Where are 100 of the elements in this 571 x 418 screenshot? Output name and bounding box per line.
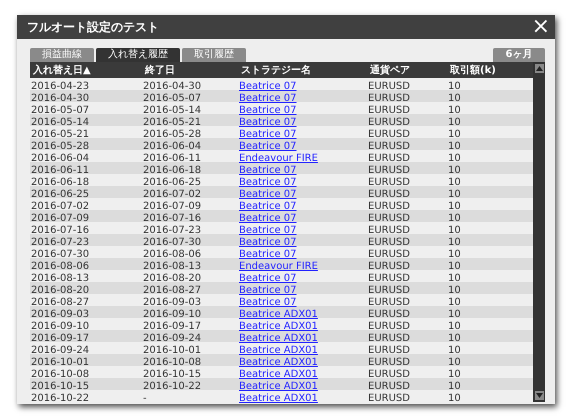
table-cell: 10	[448, 297, 461, 308]
tab[interactable]: 入れ替え履歴	[96, 48, 180, 62]
strategy-link[interactable]: Beatrice 07	[239, 105, 297, 116]
table-cell: 10	[448, 333, 461, 344]
table-cell: 10	[448, 105, 461, 116]
strategy-link[interactable]: Beatrice 07	[239, 237, 297, 248]
scroll-up-arrow-icon[interactable]	[534, 64, 544, 73]
table-cell: 2016-06-04	[143, 141, 202, 152]
strategy-link[interactable]: Beatrice 07	[239, 273, 297, 284]
table-cell: 2016-07-16	[31, 225, 90, 236]
strategy-link[interactable]: Beatrice 07	[239, 117, 297, 128]
table-cell: 10	[448, 177, 461, 188]
strategy-link[interactable]: Endeavour FIRE	[239, 153, 318, 164]
strategy-link[interactable]: Beatrice 07	[239, 285, 297, 296]
table-cell: 10	[448, 381, 461, 392]
table-cell: 2016-05-28	[143, 129, 202, 140]
table-cell: 2016-09-24	[143, 333, 202, 344]
table-cell: 10	[448, 309, 461, 320]
table-cell: 2016-06-18	[31, 177, 90, 188]
table-cell: 2016-07-30	[143, 237, 202, 248]
strategy-link[interactable]: Beatrice ADX01	[239, 345, 318, 356]
table-cell: EURUSD	[368, 393, 410, 404]
table-cell: 10	[448, 285, 461, 296]
table-cell: 2016-07-30	[31, 249, 90, 260]
table-cell: 2016-10-22	[143, 381, 202, 392]
table-cell: 10	[448, 93, 461, 104]
table-cell: EURUSD	[368, 93, 410, 104]
strategy-link[interactable]: Beatrice ADX01	[239, 333, 318, 344]
close-button[interactable]: ×	[528, 16, 553, 38]
table-cell: 2016-08-13	[143, 261, 202, 272]
scrollbar[interactable]	[533, 62, 545, 402]
table-cell: EURUSD	[368, 333, 410, 344]
table-cell: EURUSD	[368, 201, 410, 212]
table-cell: 2016-09-10	[143, 309, 202, 320]
table-cell: 10	[448, 117, 461, 128]
table-cell: 10	[448, 225, 461, 236]
table-cell: 2016-09-03	[143, 297, 202, 308]
strategy-link[interactable]: Beatrice 07	[239, 93, 297, 104]
tab[interactable]: 取引履歴	[182, 48, 246, 62]
table-cell: 2016-08-06	[31, 261, 90, 272]
table-cell: 2016-08-27	[31, 297, 90, 308]
table-cell: 2016-09-10	[31, 321, 90, 332]
strategy-link[interactable]: Beatrice 07	[239, 297, 297, 308]
column-header[interactable]: 取引額(k)	[447, 62, 533, 78]
window-title: フルオート設定のテスト	[27, 19, 159, 36]
strategy-link[interactable]: Beatrice ADX01	[239, 369, 318, 380]
strategy-link[interactable]: Beatrice 07	[239, 225, 297, 236]
table-cell: 10	[448, 345, 461, 356]
strategy-link[interactable]: Beatrice 07	[239, 213, 297, 224]
strategy-link[interactable]: Beatrice ADX01	[239, 357, 318, 368]
table-cell: 2016-05-07	[31, 105, 90, 116]
table-cell: 10	[448, 357, 461, 368]
column-header[interactable]: ストラテジー名	[238, 62, 367, 78]
strategy-link[interactable]: Beatrice 07	[239, 189, 297, 200]
column-header[interactable]: 通貨ペア	[367, 62, 447, 78]
table-cell: EURUSD	[368, 117, 410, 128]
strategy-link[interactable]: Beatrice ADX01	[239, 381, 318, 392]
table-cell: 2016-06-25	[143, 177, 202, 188]
strategy-link[interactable]: Endeavour FIRE	[239, 261, 318, 272]
strategy-link[interactable]: Beatrice 07	[239, 249, 297, 260]
table-cell: EURUSD	[368, 297, 410, 308]
table-cell: -	[143, 393, 147, 404]
strategy-link[interactable]: Beatrice 07	[239, 129, 297, 140]
table-cell: 2016-10-22	[31, 393, 90, 404]
strategy-link[interactable]: Beatrice ADX01	[239, 309, 318, 320]
strategy-link[interactable]: Beatrice 07	[239, 177, 297, 188]
table-cell: 2016-07-02	[143, 189, 202, 200]
table-cell: 2016-07-02	[31, 201, 90, 212]
column-header[interactable]: 入れ替え日▲	[30, 62, 142, 78]
table-cell: 2016-08-27	[143, 285, 202, 296]
period-button[interactable]: 6ヶ月	[493, 48, 545, 62]
table-cell: 2016-09-03	[31, 309, 90, 320]
table-cell: 2016-10-01	[143, 345, 202, 356]
table-cell: 2016-10-01	[31, 357, 90, 368]
table-cell: 10	[448, 213, 461, 224]
strategy-link[interactable]: Beatrice ADX01	[239, 393, 318, 404]
table-cell: 2016-04-30	[31, 93, 90, 104]
table-cell: 2016-07-23	[143, 225, 202, 236]
table-cell: 2016-08-20	[31, 285, 90, 296]
tab[interactable]: 損益曲線	[30, 48, 94, 62]
table-cell: 2016-06-18	[143, 165, 202, 176]
strategy-link[interactable]: Beatrice 07	[239, 165, 297, 176]
table-cell: EURUSD	[368, 381, 410, 392]
table-cell: EURUSD	[368, 129, 410, 140]
table-cell: 2016-09-17	[143, 321, 202, 332]
strategy-link[interactable]: Beatrice 07	[239, 201, 297, 212]
table-cell: EURUSD	[368, 273, 410, 284]
table-cell: 10	[448, 201, 461, 212]
strategy-link[interactable]: Beatrice 07	[239, 141, 297, 152]
table-cell: 2016-05-14	[143, 105, 202, 116]
table-cell: 2016-07-09	[31, 213, 90, 224]
table-cell: EURUSD	[368, 105, 410, 116]
table-cell: 2016-10-15	[143, 369, 202, 380]
strategy-link[interactable]: Beatrice 07	[239, 81, 297, 92]
column-header[interactable]: 終了日	[142, 62, 238, 78]
scroll-down-arrow-icon[interactable]	[534, 391, 544, 400]
table-cell: 2016-07-16	[143, 213, 202, 224]
table-cell: EURUSD	[368, 225, 410, 236]
strategy-link[interactable]: Beatrice ADX01	[239, 321, 318, 332]
table-cell: EURUSD	[368, 321, 410, 332]
